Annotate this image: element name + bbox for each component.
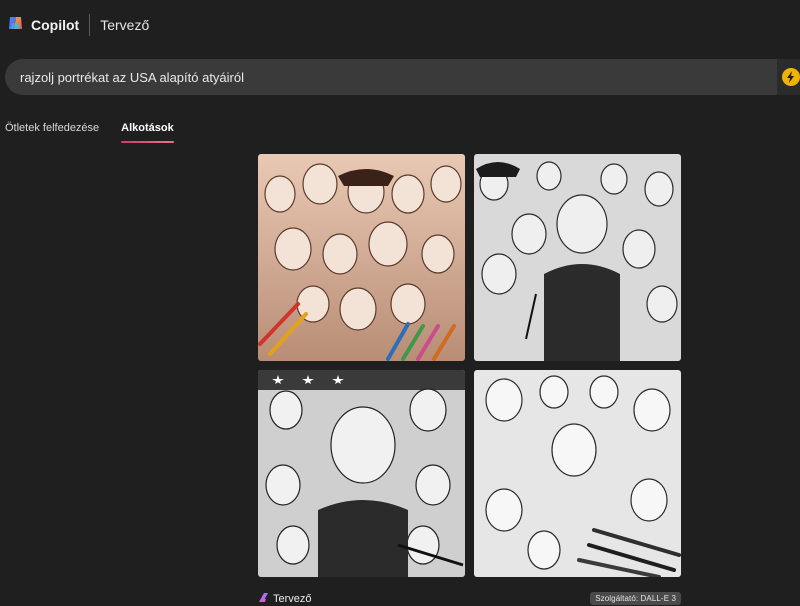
prompt-input[interactable]: rajzolj portrékat az USA alapító atyáiró… [20, 70, 244, 85]
designer-icon [258, 592, 269, 606]
header-bar: Copilot Tervező [0, 0, 800, 50]
generated-image-3[interactable] [258, 370, 465, 577]
designer-label: Tervező [273, 592, 312, 605]
generated-image-4[interactable] [474, 370, 681, 577]
generated-image-2[interactable] [474, 154, 681, 361]
powered-by-badge: Szolgáltató: DALL-E 3 [590, 592, 681, 605]
copilot-logo-icon [7, 14, 25, 37]
prompt-bar: rajzolj portrékat az USA alapító atyáiró… [5, 59, 800, 95]
tab-explore-ideas[interactable]: Ötletek felfedezése [5, 122, 99, 146]
generated-image-1[interactable] [258, 154, 465, 361]
lightning-icon [782, 68, 800, 86]
brand-name: Copilot [31, 17, 80, 33]
product-name[interactable]: Tervező [100, 17, 149, 33]
tab-creations[interactable]: Alkotások [121, 122, 174, 146]
header-divider [89, 14, 91, 36]
image-grid [258, 154, 681, 577]
copilot-home-link[interactable]: Copilot [7, 14, 79, 37]
footer-bar: Tervező Szolgáltató: DALL-E 3 [258, 591, 681, 606]
designer-link[interactable]: Tervező [258, 592, 312, 606]
tab-bar: Ötletek felfedezése Alkotások [5, 122, 196, 152]
submit-button[interactable] [777, 59, 800, 95]
